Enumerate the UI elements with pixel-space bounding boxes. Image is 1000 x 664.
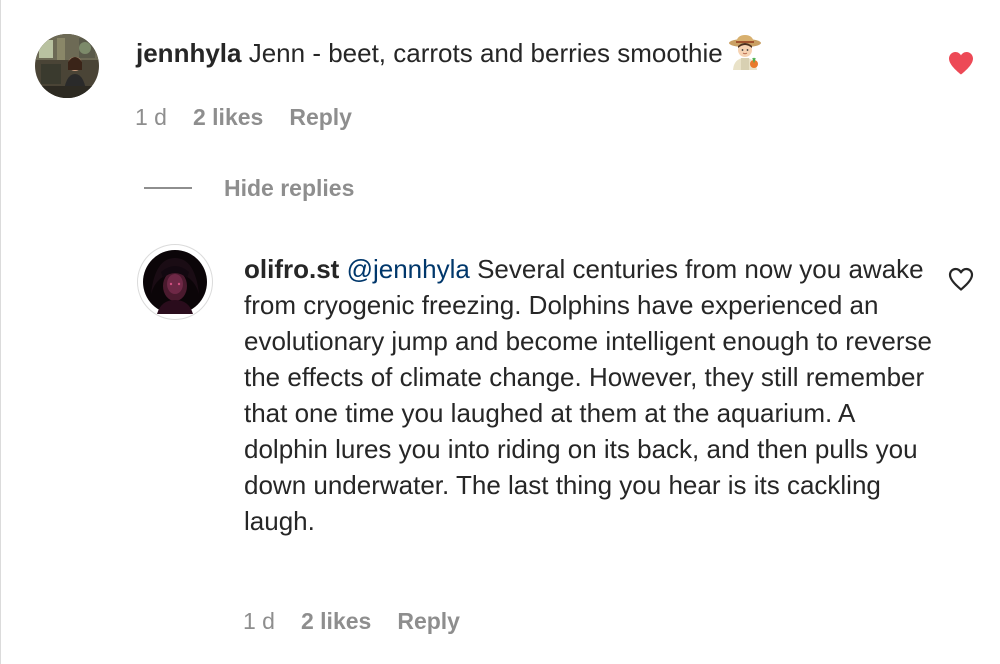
reply-meta: 1 d 2 likes Reply bbox=[243, 608, 460, 635]
avatar-olifro-st[interactable] bbox=[137, 244, 213, 320]
reply-button[interactable]: Reply bbox=[397, 608, 460, 635]
comment-text: jennhyla Jenn - beet, carrots and berrie… bbox=[136, 34, 896, 71]
comment-likes-count[interactable]: 2 likes bbox=[193, 104, 263, 131]
reply-likes-count[interactable]: 2 likes bbox=[301, 608, 371, 635]
reply-timestamp[interactable]: 1 d bbox=[243, 608, 275, 635]
like-heart-icon[interactable] bbox=[947, 50, 975, 76]
avatar-photo bbox=[35, 34, 99, 98]
reply-username[interactable]: olifro.st bbox=[244, 254, 339, 284]
replies-divider bbox=[144, 187, 192, 189]
reply-button[interactable]: Reply bbox=[289, 104, 352, 131]
farmer-emoji-icon bbox=[727, 34, 763, 70]
comment-username[interactable]: jennhyla bbox=[136, 38, 241, 68]
hide-replies-button[interactable]: Hide replies bbox=[144, 174, 354, 202]
comment-timestamp[interactable]: 1 d bbox=[135, 104, 167, 131]
avatar-photo bbox=[143, 250, 207, 314]
reply-mention-link[interactable]: @jennhyla bbox=[347, 254, 470, 284]
avatar-jennhyla[interactable] bbox=[35, 34, 99, 98]
hide-replies-label: Hide replies bbox=[224, 175, 355, 201]
reply-text: olifro.st @jennhyla Several centuries fr… bbox=[244, 251, 934, 539]
like-heart-outline-icon[interactable] bbox=[947, 266, 975, 292]
comment-meta: 1 d 2 likes Reply bbox=[135, 104, 352, 131]
comment-body: Jenn - beet, carrots and berries smoothi… bbox=[248, 38, 723, 68]
reply-body: Several centuries from now you awake fro… bbox=[244, 254, 932, 536]
